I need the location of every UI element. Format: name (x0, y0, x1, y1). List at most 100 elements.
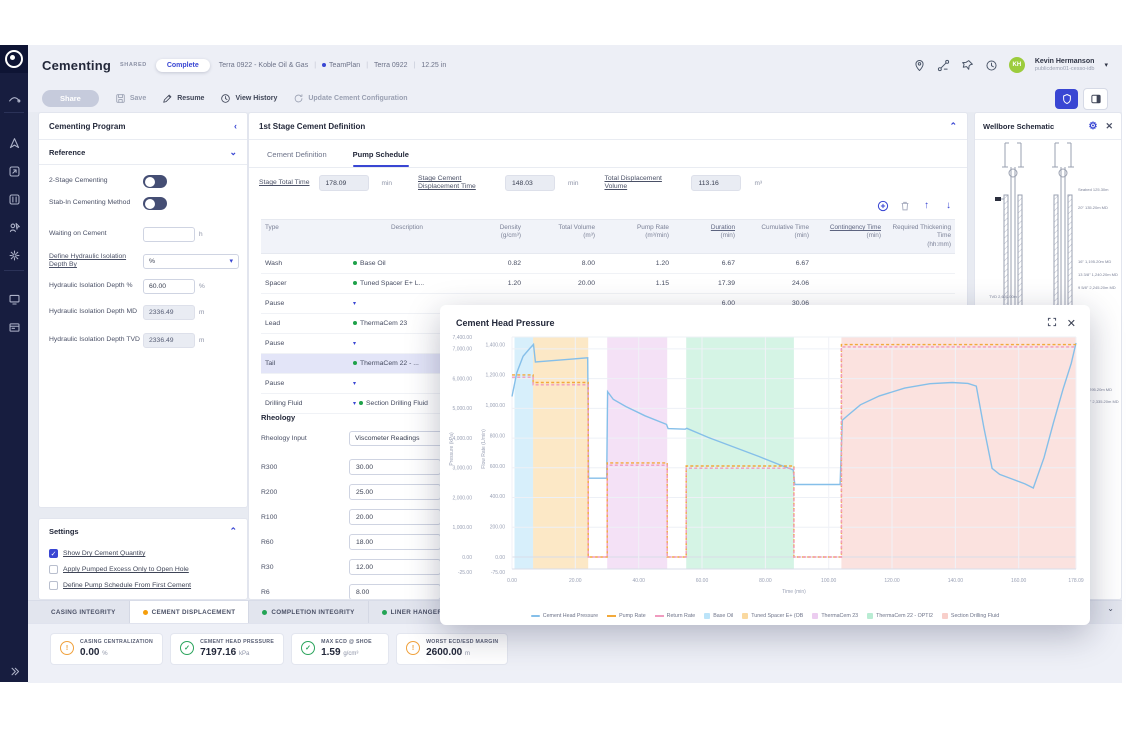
result-tab[interactable]: COMPLETION INTEGRITY (249, 601, 368, 623)
value-cell: 24.06 (741, 280, 815, 287)
checkbox[interactable] (49, 581, 58, 590)
cementing-module-icon[interactable] (0, 188, 28, 210)
teamplan-link[interactable]: TeamPlan (322, 62, 360, 69)
displacement-time-label[interactable]: Stage Cement Displacement Time (418, 175, 496, 192)
resume-button[interactable]: Resume (162, 93, 204, 104)
legend-item[interactable]: Section Drilling Fluid (942, 613, 999, 619)
reference-collapse-icon[interactable]: ⌄ (229, 147, 237, 158)
rheology-value-input[interactable]: 25.00 (349, 484, 441, 500)
schematic-settings-gear-icon[interactable]: ⚙ (1088, 121, 1097, 132)
wellpath-arc-icon[interactable] (0, 87, 28, 109)
stab-in-toggle[interactable] (143, 197, 167, 210)
move-down-button[interactable]: ↓ (942, 199, 955, 212)
svg-text:0.00: 0.00 (507, 578, 517, 584)
tab-pump-schedule[interactable]: Pump Schedule (353, 150, 409, 167)
isolation-pct-input[interactable]: 60.00 (143, 279, 195, 294)
monitor-icon[interactable] (0, 288, 28, 310)
fluid-description-cell[interactable]: Tuned Spacer E+ L... (351, 280, 467, 287)
svg-text:20.00: 20.00 (569, 578, 582, 584)
schematic-depth-label: TVD 2,600.00m (989, 294, 1017, 299)
rheology-label: R60 (261, 539, 349, 546)
rail-divider (4, 112, 24, 113)
rheology-value-input[interactable]: 18.00 (349, 534, 441, 550)
rheology-row: R6 8.00 (261, 584, 441, 600)
legend-item[interactable]: ThermaCem 23 (812, 613, 858, 619)
operations-icon[interactable] (0, 216, 28, 238)
modal-close-icon[interactable]: ✕ (1067, 317, 1076, 330)
table-row[interactable]: Wash Base Oil 0.828.001.206.676.67 (261, 254, 955, 274)
row-caret-icon[interactable]: ▾ (353, 400, 356, 407)
header: Cementing SHARED Complete Terra 0922 - K… (28, 45, 1122, 113)
legend-item[interactable]: Base Oil (704, 613, 733, 619)
waiting-on-cement-input[interactable] (143, 227, 195, 242)
result-tab[interactable]: CEMENT DISPLACEMENT (130, 601, 250, 623)
settings-collapse-icon[interactable]: ⌃ (229, 526, 237, 537)
check-circle-icon: ✓ (301, 641, 315, 655)
trajectory-icon[interactable] (0, 132, 28, 154)
status-card-label: WORST ECD/ESD MARGIN (426, 639, 498, 646)
share-route-icon[interactable] (937, 58, 951, 72)
legend-item[interactable]: Pump Rate (607, 613, 646, 619)
table-row[interactable]: Spacer Tuned Spacer E+ L... 1.2020.001.1… (261, 274, 955, 294)
legend-item[interactable]: Tuned Spacer E+ (OB (742, 613, 803, 619)
legend-item[interactable]: Return Rate (655, 613, 696, 619)
status-badge[interactable]: Complete (156, 59, 210, 72)
assistant-button[interactable] (1055, 89, 1078, 109)
add-row-button[interactable] (876, 199, 889, 212)
column-header[interactable]: Duration(min) (675, 220, 741, 253)
schematic-close-icon[interactable]: ✕ (1105, 121, 1113, 132)
tab-cement-definition[interactable]: Cement Definition (267, 150, 327, 167)
user-caret-icon[interactable]: ▾ (1104, 61, 1108, 69)
reports-icon[interactable] (0, 316, 28, 338)
view-history-button[interactable]: View History (220, 93, 277, 104)
delete-row-button[interactable] (898, 199, 911, 212)
define-isolation-select[interactable]: %▾ (143, 254, 239, 269)
share-button[interactable]: Share (42, 90, 99, 107)
move-up-button[interactable]: ↑ (920, 199, 933, 212)
panel-toggle-button[interactable] (1083, 88, 1108, 110)
checkbox[interactable]: ✓ (49, 549, 58, 558)
rheology-row: R200 25.00 (261, 484, 441, 500)
casing-design-icon[interactable] (0, 160, 28, 182)
user-menu[interactable]: Kevin Hermanson publicdemo01-cesso-idb (1035, 58, 1095, 73)
stage-total-time-label[interactable]: Stage Total Time (259, 179, 310, 187)
rheology-value-input[interactable]: 8.00 (349, 584, 441, 600)
svg-text:1,400.00: 1,400.00 (486, 342, 506, 348)
column-header[interactable]: Contingency Time(min) (815, 220, 887, 253)
checkbox[interactable] (49, 565, 58, 574)
svg-text:60.00: 60.00 (696, 578, 709, 584)
status-card[interactable]: ✓ MAX ECD @ SHOE 1.59 g/cm³ (291, 633, 389, 665)
status-card[interactable]: ✓ CEMENT HEAD PRESSURE 7197.16 kPa (170, 633, 284, 665)
rheology-value-input[interactable]: 20.00 (349, 509, 441, 525)
displacement-volume-label[interactable]: Total Displacement Volume (604, 175, 682, 192)
settings-rail-icon[interactable] (0, 244, 28, 266)
save-button[interactable]: Save (115, 93, 146, 104)
displacement-time-value: 148.03 (505, 175, 555, 191)
app-logo[interactable] (0, 45, 28, 73)
pin-icon[interactable] (961, 58, 975, 72)
status-card[interactable]: ! CASING CENTRALIZATION 0.00 % (50, 633, 163, 665)
rheology-value-input[interactable]: 12.00 (349, 559, 441, 575)
result-tab[interactable]: CASING INTEGRITY (38, 601, 130, 623)
history-icon[interactable] (985, 58, 999, 72)
fluid-description-cell[interactable]: Base Oil (351, 260, 467, 267)
checkbox-label[interactable]: Define Pump Schedule From First Cement (63, 582, 191, 589)
row-caret-icon[interactable]: ▾ (353, 380, 356, 387)
checkbox-label[interactable]: Apply Pumped Excess Only to Open Hole (63, 566, 189, 573)
legend-item[interactable]: Cement Head Pressure (531, 613, 598, 619)
two-stage-toggle[interactable] (143, 175, 167, 188)
update-cement-config-button[interactable]: Update Cement Configuration (293, 93, 407, 104)
legend-item[interactable]: ThermaCem 22 - OPTI2 (867, 613, 933, 619)
row-caret-icon[interactable]: ▾ (353, 340, 356, 347)
location-icon[interactable] (913, 58, 927, 72)
rail-expand-chevron-icon[interactable] (0, 660, 28, 682)
status-card[interactable]: ! WORST ECD/ESD MARGIN 2600.00 m (396, 633, 508, 665)
row-caret-icon[interactable]: ▾ (353, 300, 356, 307)
rheology-value-input[interactable]: 30.00 (349, 459, 441, 475)
collapse-panel-icon[interactable]: ‹ (234, 121, 237, 131)
stage-collapse-icon[interactable]: ⌃ (949, 121, 957, 132)
checkbox-label[interactable]: Show Dry Cement Quantity (63, 550, 145, 557)
user-avatar[interactable]: KH (1009, 57, 1025, 73)
svg-text:3,000.00: 3,000.00 (453, 466, 473, 472)
panel-collapse-chevron-icon[interactable]: ⌄ (1107, 604, 1114, 613)
